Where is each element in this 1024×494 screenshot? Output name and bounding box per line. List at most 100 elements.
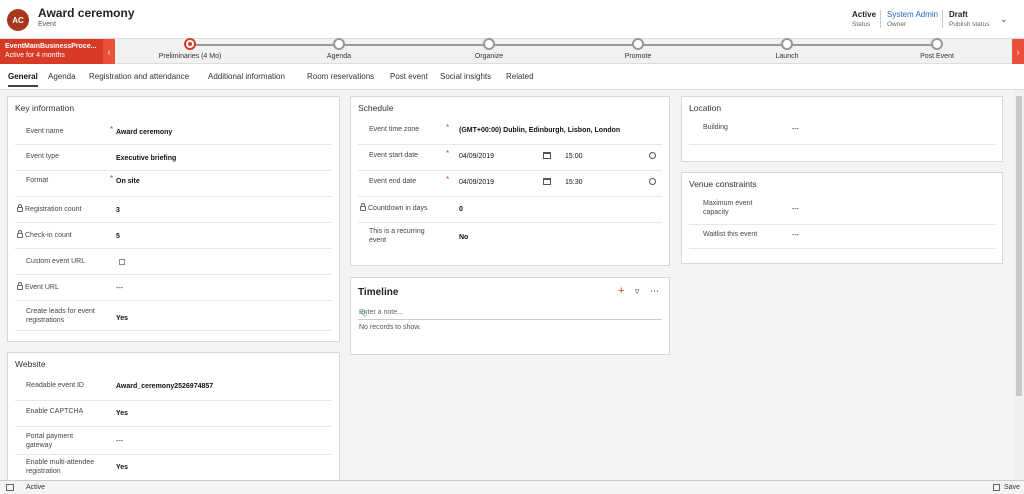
- tab-post-event[interactable]: Post event: [390, 72, 428, 81]
- note-input[interactable]: Enter a note... 📎: [358, 306, 662, 320]
- field-label: Custom event URL: [26, 258, 86, 265]
- waitlist-value[interactable]: ---: [792, 232, 799, 239]
- waitlist-field[interactable]: Waitlist this event ---: [689, 225, 995, 249]
- readable-event-id-field[interactable]: Readable event ID Award_ceremony25269748…: [15, 375, 332, 401]
- chevron-right-icon[interactable]: ›: [1012, 39, 1024, 64]
- stage-icon: [931, 38, 943, 50]
- tab-general[interactable]: General: [8, 72, 38, 87]
- paperclip-icon[interactable]: 📎: [359, 309, 659, 317]
- tab-additional-information[interactable]: Additional information: [208, 72, 285, 81]
- timeline-section: Timeline + ▿ ⋯ Enter a note... 📎 No reco…: [350, 277, 670, 355]
- timeline-actions: + ▿ ⋯: [618, 285, 659, 297]
- tab-room-reservations[interactable]: Room reservations: [307, 72, 374, 81]
- field-label: Enable multi-attendee registration: [26, 459, 95, 475]
- process-duration: Active for 4 months: [5, 52, 65, 59]
- avatar: AC: [7, 9, 29, 31]
- calendar-icon[interactable]: [543, 152, 551, 159]
- event-name-field[interactable]: Event name * Award ceremony: [15, 119, 332, 145]
- scrollbar-thumb[interactable]: [1016, 96, 1022, 396]
- custom-event-url-field[interactable]: Custom event URL: [15, 249, 332, 275]
- event-end-date-field[interactable]: Event end date * 04/09/2019 15:30: [358, 171, 662, 197]
- building-value[interactable]: ---: [792, 126, 799, 133]
- format-field[interactable]: Format * On site: [15, 171, 332, 197]
- vertical-scrollbar[interactable]: [1014, 90, 1024, 480]
- registration-count-field: Registration count 3: [15, 197, 332, 223]
- stage-icon: [333, 38, 345, 50]
- tab-related[interactable]: Related: [506, 72, 534, 81]
- tab-registration[interactable]: Registration and attendance: [89, 72, 189, 81]
- publish-status-value: Draft: [949, 10, 968, 19]
- enable-captcha-value[interactable]: Yes: [116, 410, 128, 417]
- recurring-field[interactable]: This is a recurring event No: [358, 223, 662, 251]
- lock-icon: [17, 282, 23, 290]
- start-date-input[interactable]: 04/09/2019: [459, 153, 494, 160]
- event-url-field[interactable]: Event URL ---: [15, 275, 332, 301]
- required-icon: *: [446, 149, 450, 158]
- stage-promote[interactable]: Promote: [578, 38, 698, 60]
- save-icon[interactable]: [993, 484, 1000, 491]
- stage-label: Promote: [624, 53, 652, 60]
- chevron-down-icon[interactable]: ⌄: [1000, 14, 1008, 25]
- recurring-value[interactable]: No: [459, 234, 468, 241]
- custom-url-checkbox[interactable]: [119, 259, 125, 265]
- status-value: Active: [852, 10, 877, 19]
- event-time-zone-field[interactable]: Event time zone * (GMT+00:00) Dublin, Ed…: [358, 119, 662, 145]
- end-date-input[interactable]: 04/09/2019: [459, 179, 494, 186]
- portal-payment-gateway-value[interactable]: ---: [116, 438, 123, 445]
- create-leads-value[interactable]: Yes: [116, 315, 128, 322]
- field-label: Enable CAPTCHA: [26, 408, 84, 415]
- event-type-field[interactable]: Event type Executive briefing: [15, 145, 332, 171]
- stage-agenda[interactable]: Agenda: [279, 38, 399, 60]
- save-button[interactable]: Save: [1004, 484, 1020, 491]
- stage-icon: [483, 38, 495, 50]
- create-leads-field[interactable]: Create leads for event registrations Yes: [15, 301, 332, 331]
- tab-agenda[interactable]: Agenda: [48, 72, 76, 81]
- clock-icon[interactable]: [649, 152, 656, 159]
- portal-payment-gateway-field[interactable]: Portal payment gateway ---: [15, 427, 332, 455]
- chevron-left-icon[interactable]: ‹: [103, 39, 115, 64]
- filter-icon[interactable]: ▿: [635, 286, 640, 296]
- more-icon[interactable]: ⋯: [650, 286, 659, 296]
- stage-label: Launch: [775, 53, 799, 60]
- event-start-date-field[interactable]: Event start date * 04/09/2019 15:00: [358, 145, 662, 171]
- enable-captcha-field[interactable]: Enable CAPTCHA Yes: [15, 401, 332, 427]
- event-name-value[interactable]: Award ceremony: [116, 129, 172, 136]
- owner-link[interactable]: System Admin: [887, 10, 938, 19]
- format-value[interactable]: On site: [116, 178, 140, 185]
- required-icon: *: [110, 125, 114, 134]
- lock-icon: [17, 230, 23, 238]
- maximum-capacity-value[interactable]: ---: [792, 206, 799, 213]
- stage-label: Preliminaries (4 Mo): [158, 53, 222, 60]
- start-time-input[interactable]: 15:00: [565, 153, 583, 160]
- end-time-input[interactable]: 15:30: [565, 179, 583, 186]
- add-icon[interactable]: +: [618, 285, 624, 297]
- event-time-zone-value[interactable]: (GMT+00:00) Dublin, Edinburgh, Lisbon, L…: [459, 127, 620, 134]
- open-window-icon[interactable]: [6, 484, 14, 491]
- building-field[interactable]: Building ---: [689, 119, 995, 145]
- field-label: Building: [703, 124, 728, 131]
- section-title: Schedule: [358, 103, 394, 113]
- field-label: Event start date: [369, 152, 419, 159]
- stage-active-icon: [184, 38, 196, 50]
- process-flag[interactable]: EventMainBusinessProce... Active for 4 m…: [0, 39, 103, 64]
- multi-attendee-field[interactable]: Enable multi-attendee registration Yes: [15, 455, 332, 480]
- stage-organize[interactable]: Organize: [429, 38, 549, 60]
- owner-label: Owner: [887, 21, 907, 28]
- stage-preliminaries[interactable]: Preliminaries (4 Mo): [130, 38, 250, 60]
- stage-launch[interactable]: Launch: [727, 38, 847, 60]
- maximum-capacity-field[interactable]: Maximum event capacity ---: [689, 195, 995, 225]
- status-footer: Active Save: [0, 480, 1024, 494]
- field-label: Event name: [26, 128, 64, 135]
- event-url-value[interactable]: ---: [116, 285, 123, 292]
- schedule-section: Schedule Event time zone * (GMT+00:00) D…: [350, 96, 670, 266]
- field-label: This is a recurring event: [369, 228, 425, 244]
- stage-post-event[interactable]: Post Event: [877, 38, 997, 60]
- calendar-icon[interactable]: [543, 178, 551, 185]
- readable-event-id-value[interactable]: Award_ceremony2526974857: [116, 383, 213, 390]
- event-type-value[interactable]: Executive briefing: [116, 155, 176, 162]
- multi-attendee-value[interactable]: Yes: [116, 464, 128, 471]
- tab-social-insights[interactable]: Social insights: [440, 72, 491, 81]
- owner-field[interactable]: System Admin Owner: [887, 10, 938, 28]
- checkin-count-field: Check-in count 5: [15, 223, 332, 249]
- clock-icon[interactable]: [649, 178, 656, 185]
